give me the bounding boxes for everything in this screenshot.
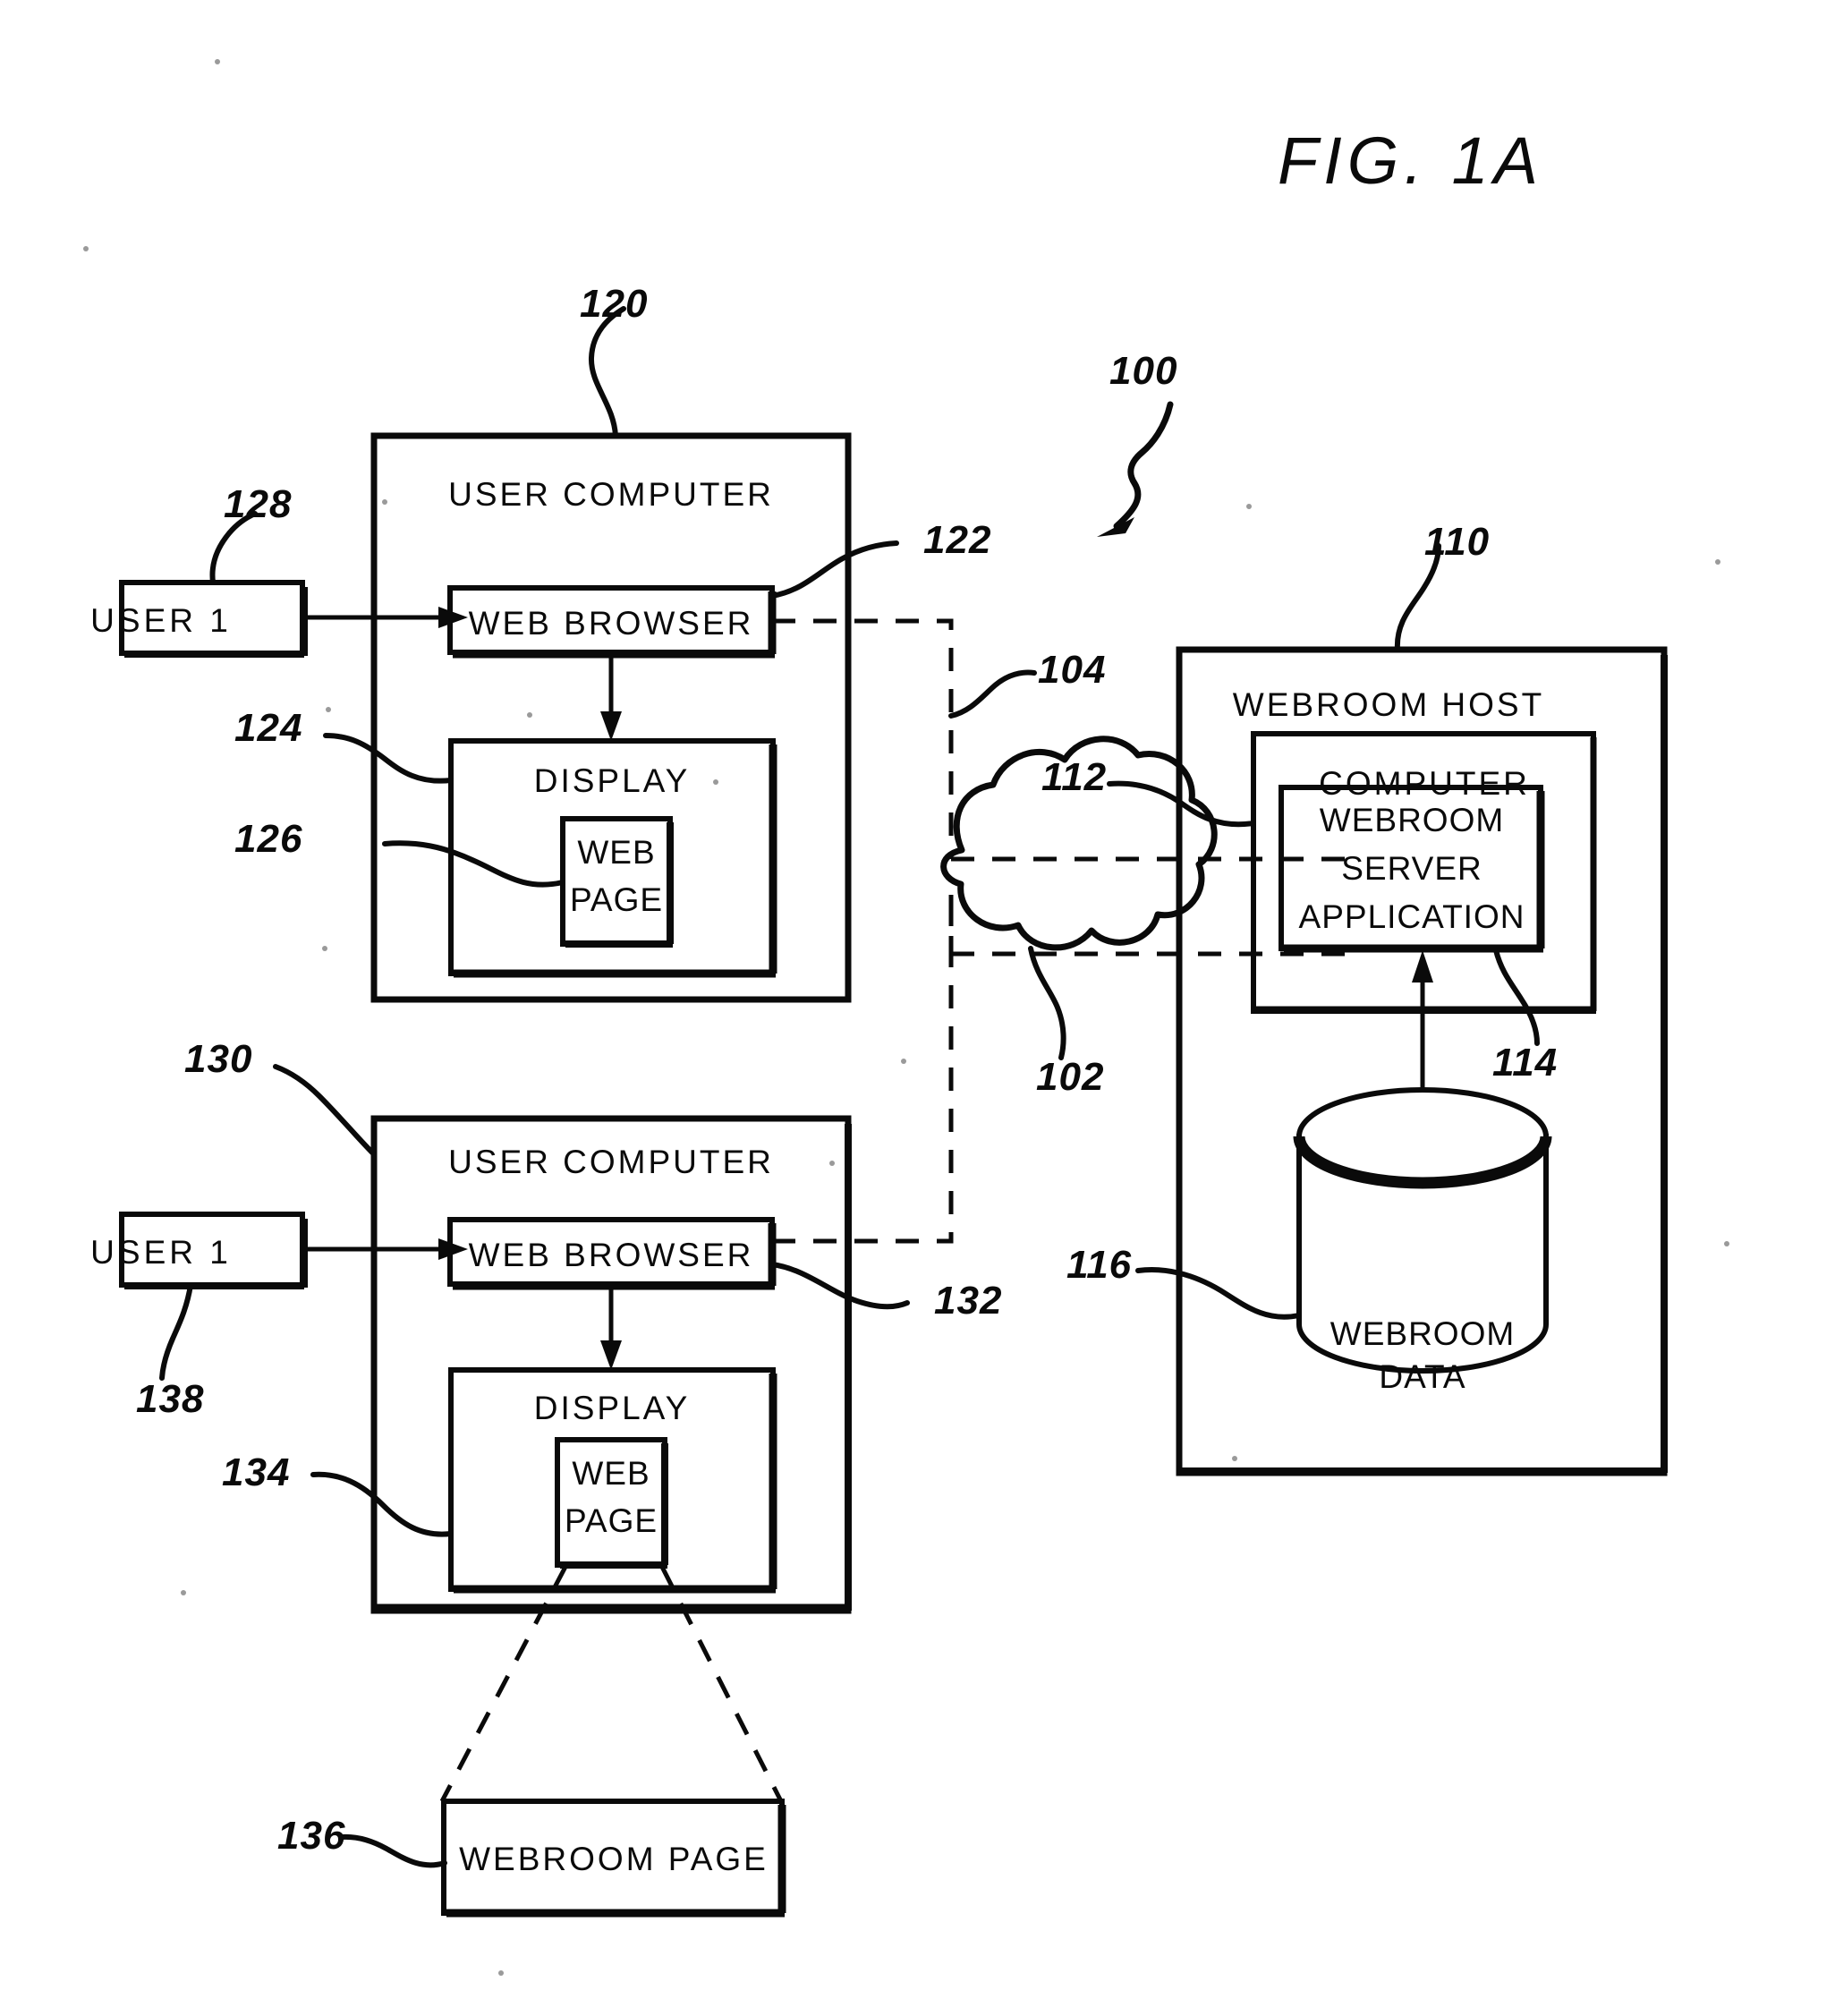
patent-figure-1a: FIG. 1A 100 102 104 110 112 114 116 120 … — [0, 0, 1835, 2016]
connection-132-browser2 — [772, 895, 954, 1244]
arrow-head-100 — [1097, 517, 1134, 537]
leader-116 — [1135, 1267, 1302, 1320]
ref-100: 100 — [1109, 349, 1178, 393]
webroom-data-label-line2: DATA — [1379, 1358, 1466, 1395]
ref-126: 126 — [234, 817, 303, 861]
ref-124: 124 — [234, 706, 303, 750]
leader-138 — [159, 1282, 193, 1381]
figure-title: FIG. 1A — [1278, 123, 1543, 198]
web-page-1-label-line2: PAGE — [569, 881, 664, 918]
webroom-server-application-label-line3: APPLICATION — [1298, 898, 1525, 935]
webroom-server-application-label-line1: WEBROOM — [1319, 802, 1505, 838]
computer-label: COMPUTER — [1319, 765, 1530, 802]
ref-112: 112 — [1041, 755, 1108, 799]
leader-100-arrow — [1113, 401, 1174, 530]
leader-114 — [1493, 948, 1540, 1046]
web-page-2-label-line2: PAGE — [564, 1502, 658, 1539]
web-browser-1-label: WEB BROWSER — [468, 605, 754, 642]
display-1-label: DISPLAY — [533, 762, 691, 799]
leader-132 — [769, 1262, 910, 1310]
webroom-host-label: WEBROOM HOST — [1232, 686, 1545, 723]
ref-110: 110 — [1424, 520, 1491, 564]
web-browser-2-label: WEB BROWSER — [468, 1237, 754, 1273]
user-1-b-label: USER 1 — [90, 1234, 232, 1271]
user-computer-2-label: USER COMPUTER — [448, 1144, 774, 1180]
leader-104 — [948, 669, 1037, 719]
webroom-page-label: WEBROOM PAGE — [459, 1841, 769, 1877]
web-page-2-label-line1: WEB — [572, 1455, 650, 1492]
leader-130 — [273, 1064, 377, 1157]
leader-136 — [339, 1833, 447, 1868]
scan-speckles — [83, 59, 1729, 1976]
ref-136: 136 — [277, 1814, 346, 1858]
user-computer-1-label: USER COMPUTER — [448, 476, 774, 513]
leader-126 — [382, 840, 565, 888]
leader-124 — [323, 733, 454, 784]
connection-104-browser1 — [772, 618, 954, 859]
user-1-a-label: USER 1 — [90, 602, 232, 639]
ref-134: 134 — [222, 1450, 291, 1494]
web-page-1-label-line1: WEB — [577, 834, 656, 871]
ref-120: 120 — [580, 282, 649, 326]
ref-104: 104 — [1038, 648, 1107, 692]
webroom-data-label-line1: WEBROOM — [1330, 1315, 1516, 1352]
display-2-label: DISPLAY — [533, 1390, 691, 1426]
callout-line-right — [659, 1565, 784, 1803]
leader-120 — [588, 306, 626, 438]
ref-138: 138 — [136, 1377, 205, 1421]
leader-134 — [310, 1471, 454, 1537]
leader-102 — [1028, 946, 1066, 1060]
ref-128: 128 — [224, 482, 293, 526]
ref-116: 116 — [1066, 1243, 1133, 1287]
webroom-server-application-label-line2: SERVER — [1341, 850, 1482, 887]
ref-130: 130 — [184, 1037, 253, 1081]
ref-122: 122 — [923, 518, 992, 562]
callout-line-left — [439, 1565, 568, 1803]
ref-132: 132 — [934, 1279, 1003, 1323]
ref-114: 114 — [1492, 1041, 1559, 1085]
figure-line-art — [83, 59, 1729, 1976]
leader-122 — [769, 540, 899, 599]
ref-102: 102 — [1036, 1055, 1105, 1099]
